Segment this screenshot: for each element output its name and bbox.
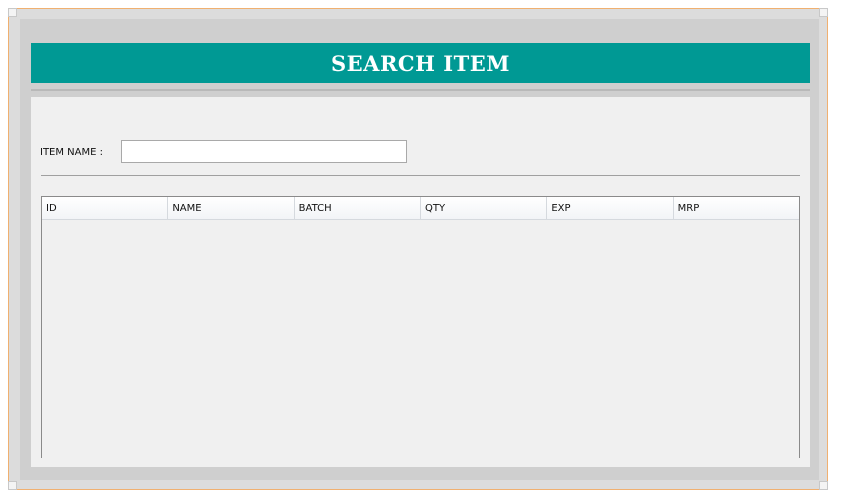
column-header-name[interactable]: NAME	[168, 197, 295, 219]
window-frame: SEARCH ITEM ITEM NAME : ID NAME BATCH QT…	[8, 8, 828, 490]
page-title: SEARCH ITEM	[331, 50, 510, 76]
table-header: ID NAME BATCH QTY EXP MRP	[42, 197, 799, 220]
title-bar: SEARCH ITEM	[31, 43, 810, 83]
divider	[41, 175, 800, 176]
column-header-batch[interactable]: BATCH	[295, 197, 421, 219]
table-body[interactable]	[42, 220, 799, 458]
item-name-label: ITEM NAME :	[40, 147, 103, 158]
column-header-mrp[interactable]: MRP	[674, 197, 799, 219]
resize-handle-top-right[interactable]	[819, 8, 828, 17]
resize-handle-bottom-right[interactable]	[819, 481, 828, 490]
title-separator	[31, 89, 810, 91]
item-name-input[interactable]	[121, 140, 407, 163]
window-body: SEARCH ITEM ITEM NAME : ID NAME BATCH QT…	[20, 19, 819, 480]
column-header-qty[interactable]: QTY	[421, 197, 548, 219]
resize-handle-top-left[interactable]	[8, 8, 17, 17]
column-header-id[interactable]: ID	[42, 197, 169, 219]
results-table[interactable]: ID NAME BATCH QTY EXP MRP	[41, 196, 800, 458]
column-header-exp[interactable]: EXP	[547, 197, 674, 219]
search-panel: ITEM NAME : ID NAME BATCH QTY EXP MRP	[31, 97, 810, 467]
resize-handle-bottom-left[interactable]	[8, 481, 17, 490]
